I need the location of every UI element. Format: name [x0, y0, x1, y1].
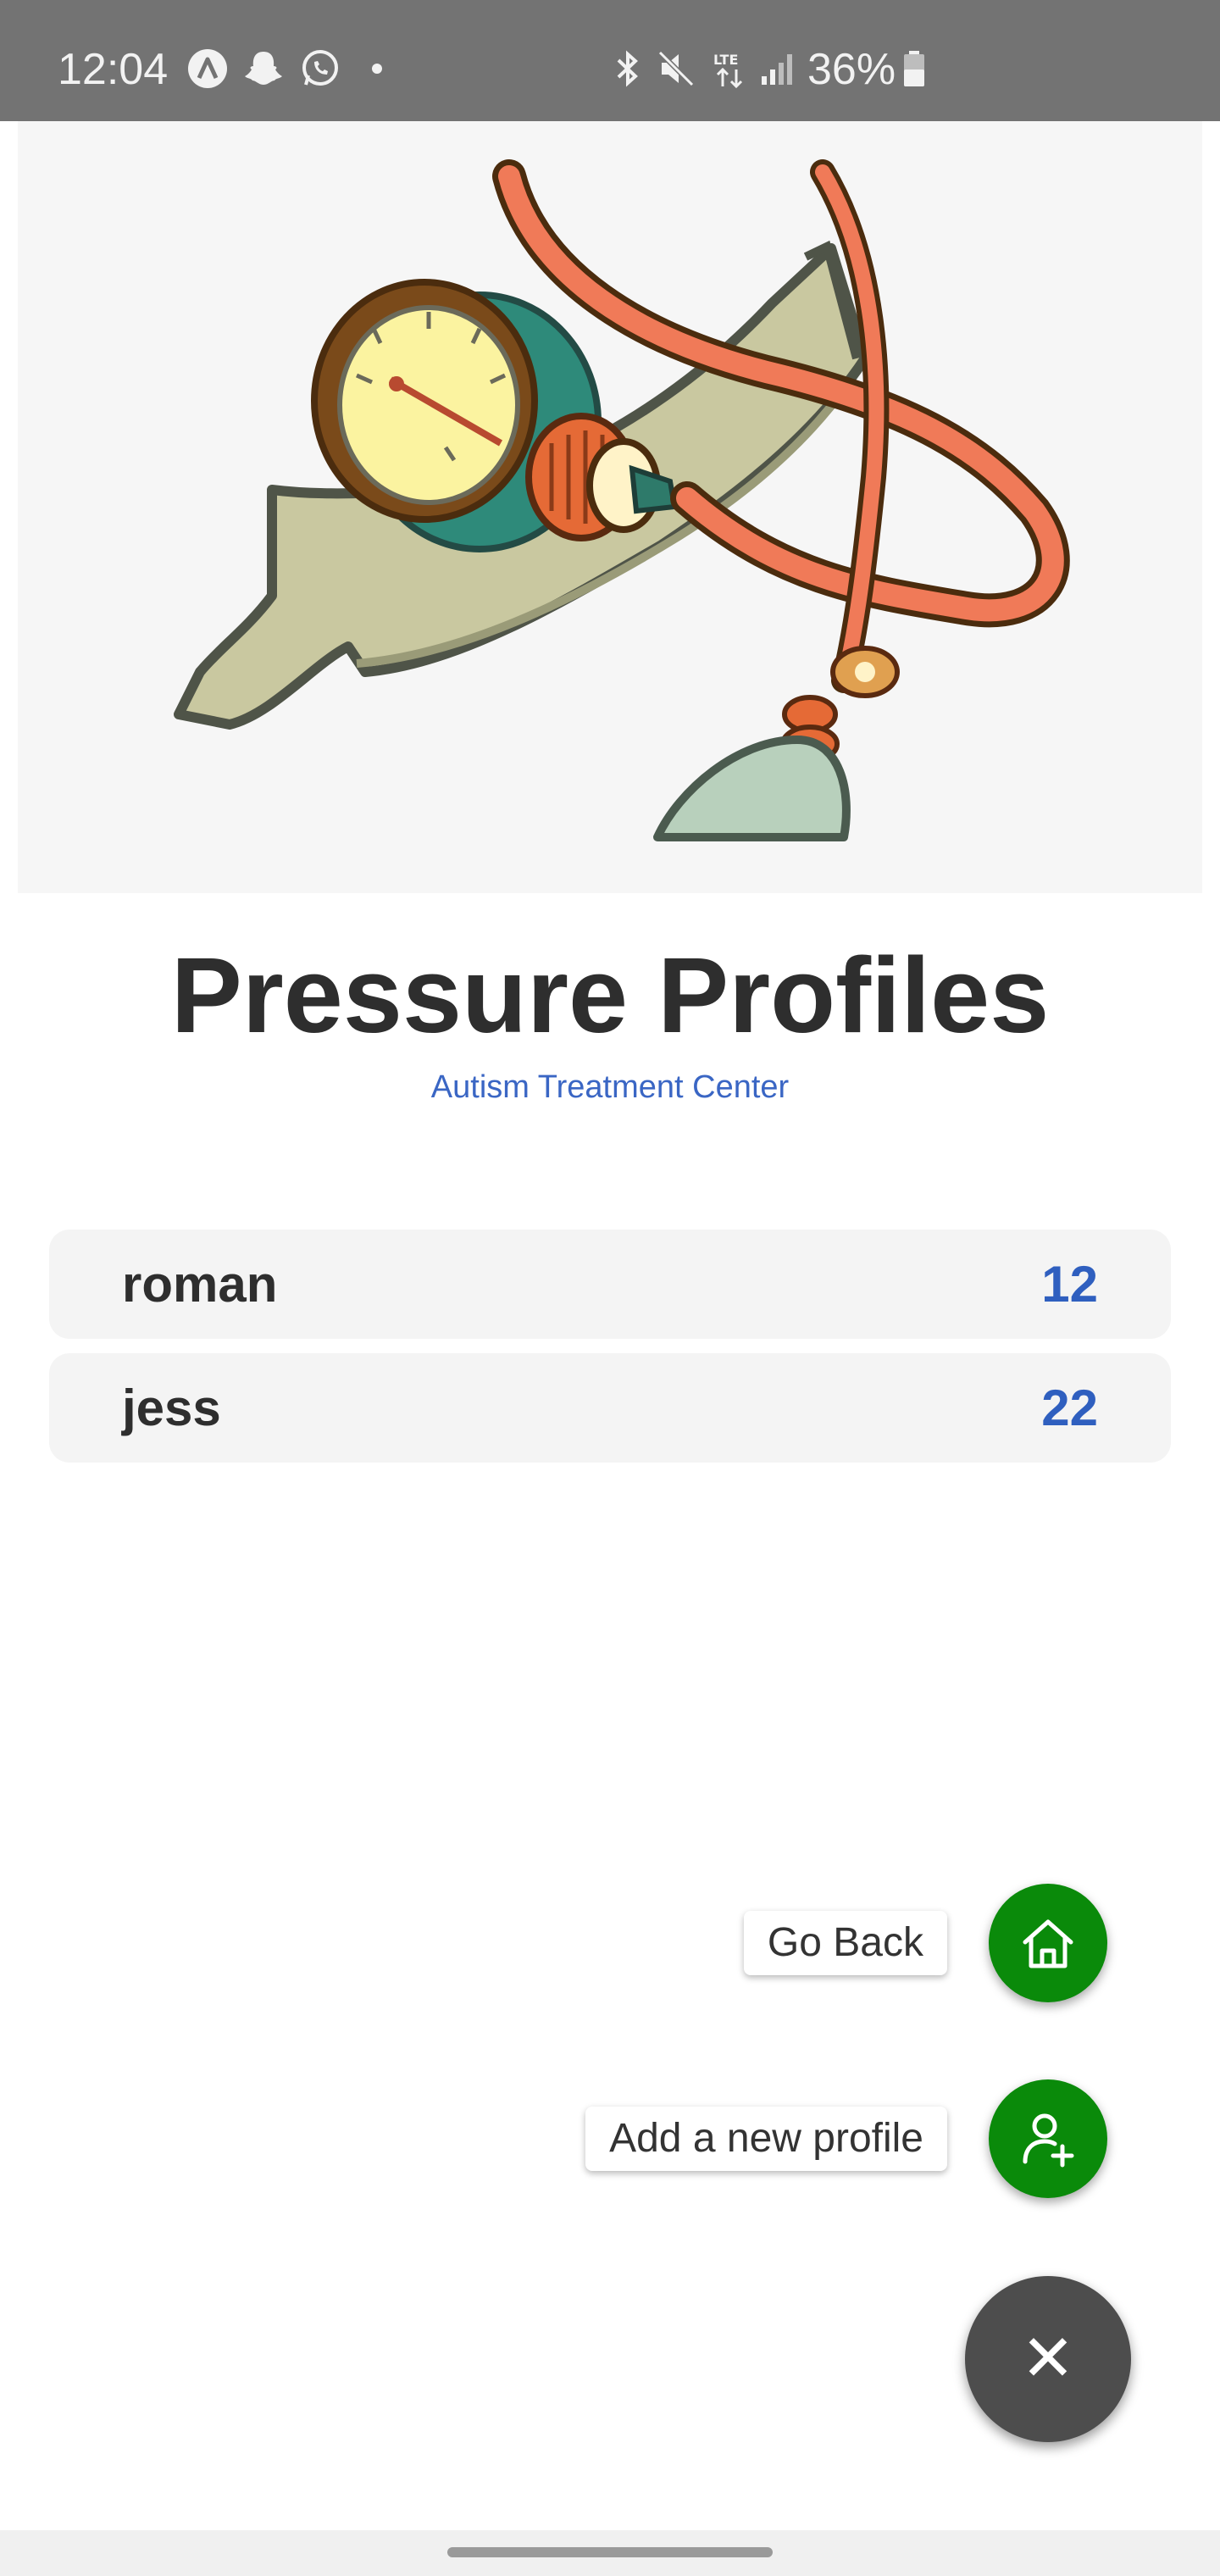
bluetooth-icon: [617, 50, 638, 87]
home-icon: [1023, 1919, 1073, 1968]
mute-icon: [657, 50, 695, 87]
go-back-label[interactable]: Go Back: [743, 1911, 947, 1975]
svg-text:LTE: LTE: [713, 52, 738, 68]
profile-value: 22: [1041, 1380, 1098, 1436]
close-icon: ✕: [1021, 2323, 1075, 2395]
page-subtitle: Autism Treatment Center: [430, 1069, 790, 1105]
page-title: Pressure Profiles: [170, 935, 1050, 1055]
lte-icon: LTE: [713, 52, 743, 89]
profile-value: 12: [1041, 1256, 1098, 1313]
list-item[interactable]: roman 12: [49, 1230, 1171, 1339]
whatsapp-icon: [302, 50, 338, 86]
profile-name: roman: [122, 1256, 278, 1313]
dot-icon: [372, 64, 382, 74]
status-time: 12:04: [58, 45, 169, 94]
hero-image: [18, 121, 1202, 893]
profile-name: jess: [122, 1380, 221, 1436]
app-a-icon: [188, 49, 227, 88]
battery-percent: 36%: [807, 45, 896, 94]
status-bar: 12:04 LTE 36%: [0, 0, 1220, 121]
battery-icon: [904, 51, 924, 86]
add-profile-label[interactable]: Add a new profile: [585, 2107, 947, 2171]
signal-icon: [762, 54, 792, 85]
snapchat-icon: [245, 52, 282, 85]
go-back-button[interactable]: [989, 1884, 1107, 2002]
blood-pressure-cuff-illustration: [174, 159, 1070, 841]
add-profile-button[interactable]: [989, 2079, 1107, 2198]
system-nav-bar: [0, 2530, 1220, 2576]
close-fab-button[interactable]: ✕: [965, 2276, 1131, 2442]
home-indicator[interactable]: [447, 2547, 773, 2557]
profile-list: roman 12 jess 22: [49, 1230, 1171, 1477]
list-item[interactable]: jess 22: [49, 1353, 1171, 1463]
add-user-icon: [1023, 2113, 1074, 2168]
